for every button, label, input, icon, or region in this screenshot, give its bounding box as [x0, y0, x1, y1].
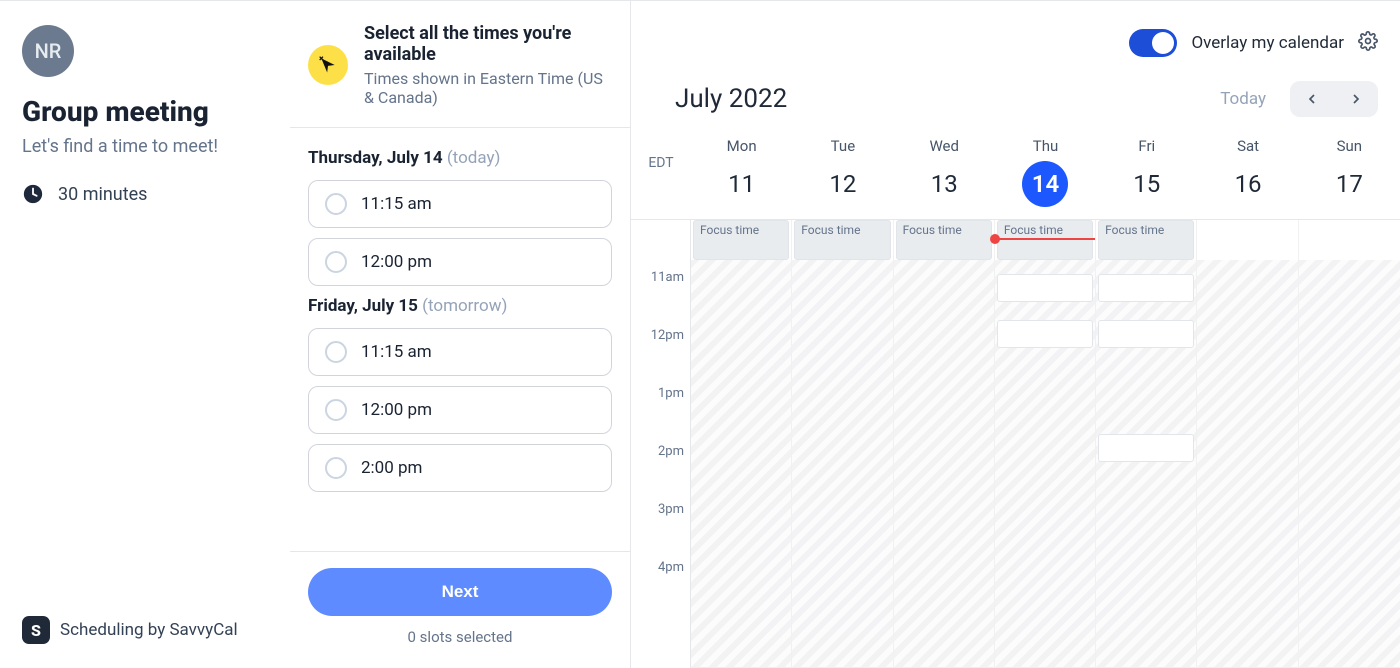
day-column[interactable]: Focus time [995, 220, 1096, 668]
day-column[interactable]: Focus time [792, 220, 893, 668]
busy-hatch [1299, 260, 1400, 668]
brand-row[interactable]: S Scheduling by SavvyCal [22, 616, 268, 644]
date-number: 16 [1225, 161, 1271, 207]
available-slot[interactable] [1098, 434, 1194, 462]
radio-icon [325, 193, 347, 215]
timeslot-option[interactable]: 12:00 pm [308, 238, 612, 286]
timeslot-label: 11:15 am [361, 194, 432, 214]
date-number: 13 [921, 161, 967, 207]
avatar: NR [22, 25, 74, 77]
timeslot-option[interactable]: 11:15 am [308, 180, 612, 228]
timeslot-label: 11:15 am [361, 342, 432, 362]
busy-hatch [792, 260, 892, 668]
day-header[interactable]: Tue 12 [792, 137, 893, 207]
radio-icon [325, 251, 347, 273]
timeslot-label: 12:00 pm [361, 400, 432, 420]
weekday-label: Sat [1197, 137, 1298, 155]
day-headers: EDT Mon 11 Tue 12 Wed 13 Thu 14 Fri 15 Sat 16 Sun 17 [631, 129, 1400, 219]
settings-button[interactable] [1358, 31, 1378, 55]
available-slot[interactable] [1098, 320, 1194, 348]
hour-label: 4pm [631, 568, 690, 626]
slots-selected-label: 0 slots selected [308, 628, 612, 646]
timeslot-option[interactable]: 2:00 pm [308, 444, 612, 492]
instructions-sub: Times shown in Eastern Time (US & Canada… [364, 69, 612, 107]
pointer-icon [308, 45, 348, 85]
radio-icon [325, 399, 347, 421]
day-label: Friday, July 15 (tomorrow) [308, 296, 612, 316]
day-column[interactable]: Focus time [691, 220, 792, 668]
radio-icon [325, 341, 347, 363]
weekday-label: Mon [691, 137, 792, 155]
weekday-label: Sun [1299, 137, 1400, 155]
focus-time-block: Focus time [794, 220, 890, 260]
meeting-title: Group meeting [22, 95, 268, 128]
day-header[interactable]: Sun 17 [1299, 137, 1400, 207]
available-slot[interactable] [1098, 274, 1194, 302]
slot-list-panel: Thursday, July 14 (today) 11:15 am 12:00 p… [290, 127, 630, 551]
day-column[interactable]: Focus time [894, 220, 995, 668]
instructions-header: Select all the times you're available Ti… [290, 1, 630, 127]
next-week-button[interactable] [1334, 81, 1378, 117]
next-button[interactable]: Next [308, 568, 612, 616]
timeslot-label: 12:00 pm [361, 252, 432, 272]
busy-hatch [894, 260, 994, 668]
weekday-label: Fri [1096, 137, 1197, 155]
now-indicator [995, 238, 1095, 240]
duration-label: 30 minutes [58, 184, 147, 205]
brand-label: Scheduling by SavvyCal [60, 620, 238, 640]
instructions-title: Select all the times you're available [364, 23, 612, 65]
weekday-label: Tue [792, 137, 893, 155]
weekday-label: Wed [894, 137, 995, 155]
focus-time-block: Focus time [1098, 220, 1194, 260]
timeslot-label: 2:00 pm [361, 458, 422, 478]
clock-icon [22, 183, 44, 205]
overlay-toggle[interactable] [1129, 29, 1177, 57]
duration-row: 30 minutes [22, 183, 268, 205]
timeslot-option[interactable]: 11:15 am [308, 328, 612, 376]
timezone-label: EDT [631, 137, 691, 207]
available-slot[interactable] [997, 320, 1093, 348]
busy-hatch [1197, 260, 1297, 668]
day-header[interactable]: Thu 14 [995, 137, 1096, 207]
date-number: 12 [820, 161, 866, 207]
day-column[interactable]: Focus time [1096, 220, 1197, 668]
radio-icon [325, 457, 347, 479]
focus-time-block: Focus time [896, 220, 992, 260]
date-number: 11 [719, 161, 765, 207]
date-number: 15 [1124, 161, 1170, 207]
overlay-label: Overlay my calendar [1191, 33, 1344, 53]
today-button[interactable]: Today [1220, 89, 1266, 109]
day-column[interactable] [1299, 220, 1400, 668]
focus-time-block: Focus time [693, 220, 789, 260]
chevron-right-icon [1348, 91, 1364, 107]
weekday-label: Thu [995, 137, 1096, 155]
hours-column: 11am12pm1pm2pm3pm4pm [631, 220, 691, 668]
available-slot[interactable] [997, 274, 1093, 302]
day-header[interactable]: Mon 11 [691, 137, 792, 207]
date-number: 17 [1326, 161, 1372, 207]
day-header[interactable]: Wed 13 [894, 137, 995, 207]
meeting-subtitle: Let's find a time to meet! [22, 136, 268, 157]
focus-time-block: Focus time [997, 220, 1093, 260]
month-label: July 2022 [675, 84, 787, 114]
day-label: Thursday, July 14 (today) [308, 148, 612, 168]
chevron-left-icon [1304, 91, 1320, 107]
day-header[interactable]: Fri 15 [1096, 137, 1197, 207]
busy-hatch [691, 260, 791, 668]
day-column[interactable] [1197, 220, 1298, 668]
gear-icon [1358, 31, 1378, 51]
calendar-grid[interactable]: 11am12pm1pm2pm3pm4pm Focus timeFocus tim… [631, 219, 1400, 668]
prev-week-button[interactable] [1290, 81, 1334, 117]
brand-badge: S [22, 616, 50, 644]
day-header[interactable]: Sat 16 [1197, 137, 1298, 207]
date-number: 14 [1022, 161, 1068, 207]
week-nav [1290, 81, 1378, 117]
timeslot-option[interactable]: 12:00 pm [308, 386, 612, 434]
